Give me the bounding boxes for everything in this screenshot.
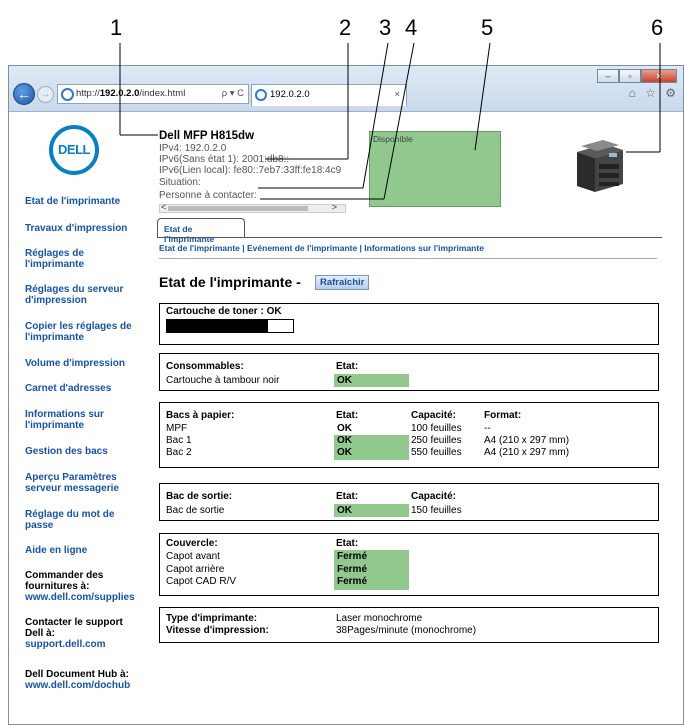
callout-leader-lines	[119, 42, 661, 200]
